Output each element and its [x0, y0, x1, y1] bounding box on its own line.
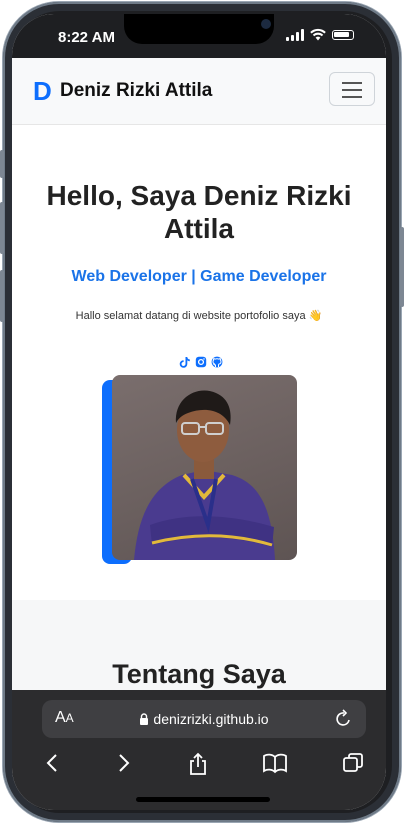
battery-icon	[332, 30, 354, 40]
social-links	[179, 356, 223, 368]
hamburger-icon-line	[342, 96, 362, 98]
forward-icon[interactable]	[117, 752, 131, 774]
hero-title: Hello, Saya Deniz Rizki Attila	[46, 180, 352, 244]
back-icon[interactable]	[45, 752, 59, 774]
browser-nav-tools	[12, 748, 386, 788]
site-logo[interactable]: D	[33, 76, 52, 107]
hero-greeting: Hallo selamat datang di website portofol…	[75, 310, 323, 322]
tiktok-icon[interactable]	[179, 356, 191, 368]
menu-toggle-button[interactable]	[329, 72, 375, 106]
phone-screen: 8:22 AM D Deniz Rizki Attila Hello, Saya…	[12, 14, 386, 810]
site-navbar: D Deniz Rizki Attila	[12, 58, 386, 125]
share-icon[interactable]	[187, 752, 209, 776]
cellular-signal-icon	[286, 29, 304, 41]
person-portrait-image	[134, 390, 275, 560]
status-bar: 8:22 AM	[12, 14, 386, 58]
power-button	[400, 227, 404, 307]
hamburger-icon	[342, 82, 362, 84]
hamburger-icon-line	[342, 89, 362, 91]
hero-subtitle: Web Developer | Game Developer	[71, 268, 327, 285]
site-brand[interactable]: Deniz Rizki Attila	[60, 80, 212, 102]
tabs-icon[interactable]	[342, 752, 364, 774]
address-bar[interactable]: AA denizrizki.github.io	[42, 700, 366, 738]
page-content: Hello, Saya Deniz Rizki Attila Web Devel…	[12, 125, 386, 700]
about-title: Tentang Saya	[112, 659, 286, 689]
status-time: 8:22 AM	[58, 29, 115, 46]
mute-switch	[0, 150, 4, 178]
url-text: denizrizki.github.io	[153, 711, 269, 727]
volume-up-button	[0, 202, 4, 254]
home-indicator	[136, 797, 270, 802]
reload-icon[interactable]	[335, 708, 353, 728]
profile-photo	[112, 375, 297, 560]
notch	[124, 14, 274, 44]
url-display: denizrizki.github.io	[42, 711, 366, 727]
wifi-icon	[310, 28, 326, 41]
lock-icon	[140, 713, 149, 725]
github-icon[interactable]	[211, 356, 223, 368]
browser-toolbar: AA denizrizki.github.io	[12, 690, 386, 810]
camera-icon	[261, 19, 271, 29]
profile-photo-card	[102, 375, 297, 564]
instagram-icon[interactable]	[195, 356, 207, 368]
bookmarks-icon[interactable]	[262, 752, 288, 774]
volume-down-button	[0, 270, 4, 322]
